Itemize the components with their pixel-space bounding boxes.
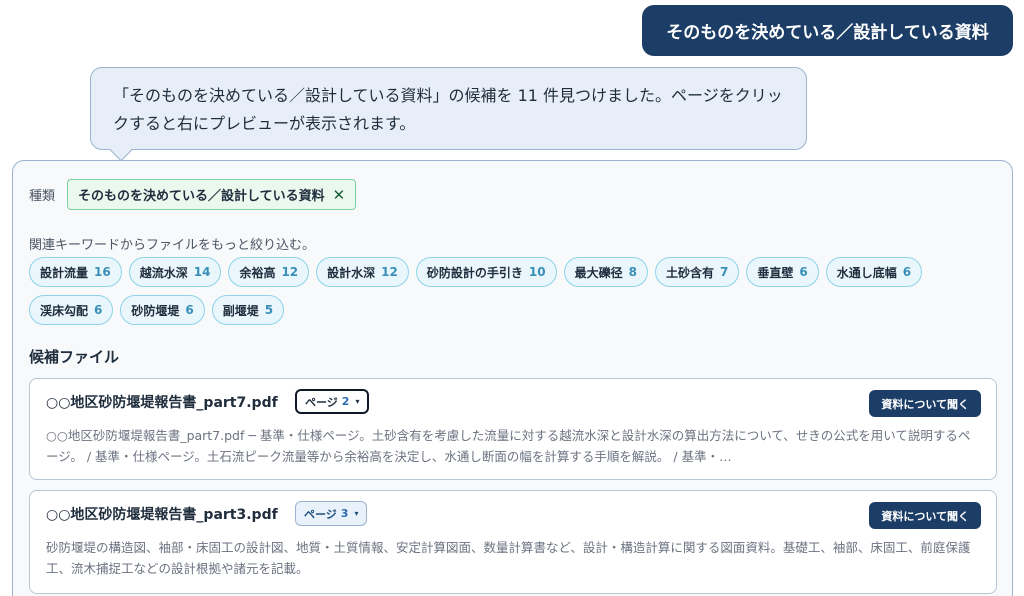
keyword-chip-label: 余裕高 bbox=[239, 265, 276, 280]
keyword-chip-label: 渓床勾配 bbox=[40, 303, 89, 318]
candidate-files-heading: 候補ファイル bbox=[29, 348, 120, 366]
keyword-chip-label: 越流水深 bbox=[139, 265, 188, 280]
keyword-chip[interactable]: 砂防設計の手引き 10 bbox=[415, 257, 557, 287]
keyword-row: 渓床勾配 6 砂防堰堤 6 副堰堤 5 bbox=[29, 295, 285, 325]
bubble-tail bbox=[109, 138, 133, 162]
keyword-chip-label: 副堰堤 bbox=[222, 303, 259, 318]
keyword-chip-label: 設計流量 bbox=[40, 265, 89, 280]
keyword-chip-count: 6 bbox=[185, 303, 194, 317]
user-message-bubble: そのものを決めている／設計している資料 bbox=[642, 5, 1013, 56]
chevron-down-icon: ▾ bbox=[354, 509, 359, 518]
page-select-dropdown[interactable]: ページ 2 ▾ bbox=[295, 389, 370, 414]
page-select-label: ページ bbox=[304, 507, 337, 521]
file-description: 砂防堰堤の構造図、袖部・床固工の設計図、地質・土質情報、安定計算図面、数量計算書… bbox=[46, 540, 971, 576]
keyword-chip-count: 10 bbox=[528, 265, 546, 279]
ask-about-file-button[interactable]: 資料について聞く bbox=[869, 502, 981, 529]
file-title: ○○地区砂防堰堤報告書_part3.pdf bbox=[46, 507, 278, 523]
page-select-number: 3 bbox=[340, 507, 349, 520]
keyword-chip[interactable]: 渓床勾配 6 bbox=[29, 295, 114, 325]
keyword-chip[interactable]: 土砂含有 7 bbox=[654, 257, 740, 287]
keyword-chip-label: 最大礫径 bbox=[574, 265, 623, 280]
keyword-chip-label: 砂防堰堤 bbox=[131, 303, 180, 318]
keyword-chip[interactable]: 最大礫径 8 bbox=[563, 257, 648, 287]
keyword-chip-count: 8 bbox=[628, 265, 637, 279]
keyword-chip-label: 土砂含有 bbox=[665, 265, 714, 280]
file-title: ○○地区砂防堰堤報告書_part7.pdf bbox=[46, 395, 278, 411]
keyword-chip[interactable]: 水通し底幅 6 bbox=[825, 257, 923, 287]
file-card[interactable]: ○○地区砂防堰堤報告書_part3.pdf ページ 3 ▾ 資料について聞く 砂… bbox=[29, 490, 997, 594]
page-select-label: ページ bbox=[305, 395, 338, 409]
keyword-chip[interactable]: 余裕高 12 bbox=[228, 257, 310, 287]
keyword-chip-count: 6 bbox=[902, 265, 912, 279]
keyword-chip-label: 水通し底幅 bbox=[836, 265, 897, 280]
keyword-chip[interactable]: 副堰堤 5 bbox=[211, 295, 285, 325]
keyword-chip-count: 14 bbox=[193, 265, 211, 279]
keyword-chip-count: 12 bbox=[381, 265, 398, 279]
kind-filter-chip: そのものを決めている／設計している資料 ✕ bbox=[67, 179, 357, 210]
keyword-chip-label: 設計水深 bbox=[327, 265, 376, 280]
keyword-chip-label: 砂防設計の手引き bbox=[426, 265, 523, 280]
kind-filter-chip-label: そのものを決めている／設計している資料 bbox=[78, 189, 325, 204]
kind-label: 種類 bbox=[29, 189, 56, 204]
page-select-dropdown[interactable]: ページ 3 ▾ bbox=[295, 501, 368, 526]
keyword-chip-label: 垂直壁 bbox=[757, 265, 794, 280]
keyword-chip[interactable]: 設計水深 12 bbox=[316, 257, 409, 287]
remove-filter-icon[interactable]: ✕ bbox=[333, 186, 346, 204]
keyword-chip-count: 16 bbox=[94, 265, 111, 279]
keyword-chip-count: 6 bbox=[94, 303, 103, 317]
file-description: ○○地区砂防堰堤報告書_part7.pdf ─ 基準・仕様ページ。土砂含有を考慮… bbox=[46, 428, 971, 464]
user-message-text: そのものを決めている／設計している資料 bbox=[666, 23, 989, 43]
ask-about-file-button[interactable]: 資料について聞く bbox=[869, 390, 981, 417]
file-card[interactable]: ○○地区砂防堰堤報告書_part7.pdf ページ 2 ▾ 資料について聞く ○… bbox=[29, 378, 997, 480]
keyword-chip[interactable]: 垂直壁 6 bbox=[746, 257, 819, 287]
assistant-message-text: 「そのものを決めている／設計している資料」の候補を 11 件見つけました。ページ… bbox=[113, 86, 783, 133]
keyword-chip[interactable]: 設計流量 16 bbox=[29, 257, 122, 287]
keyword-chip-count: 5 bbox=[264, 303, 274, 317]
chevron-down-icon: ▾ bbox=[355, 397, 360, 406]
kind-filter-row: 種類 そのものを決めている／設計している資料 ✕ bbox=[29, 179, 357, 210]
keyword-heading: 関連キーワードからファイルをもっと絞り込む。 bbox=[29, 238, 316, 253]
results-panel: 種類 そのものを決めている／設計している資料 ✕ 関連キーワードからファイルをも… bbox=[12, 160, 1013, 596]
page-select-number: 2 bbox=[341, 395, 350, 408]
keyword-row: 設計流量 16 越流水深 14 余裕高 12 設計水深 12 砂防設計の手引き 10 最大… bbox=[29, 257, 923, 287]
keyword-chip-count: 12 bbox=[281, 265, 299, 279]
keyword-chip[interactable]: 砂防堰堤 6 bbox=[120, 295, 205, 325]
keyword-chip-count: 7 bbox=[719, 265, 729, 279]
assistant-message-bubble: 「そのものを決めている／設計している資料」の候補を 11 件見つけました。ページ… bbox=[90, 67, 807, 162]
keyword-chip-count: 6 bbox=[799, 265, 808, 279]
keyword-chip[interactable]: 越流水深 14 bbox=[128, 257, 222, 287]
